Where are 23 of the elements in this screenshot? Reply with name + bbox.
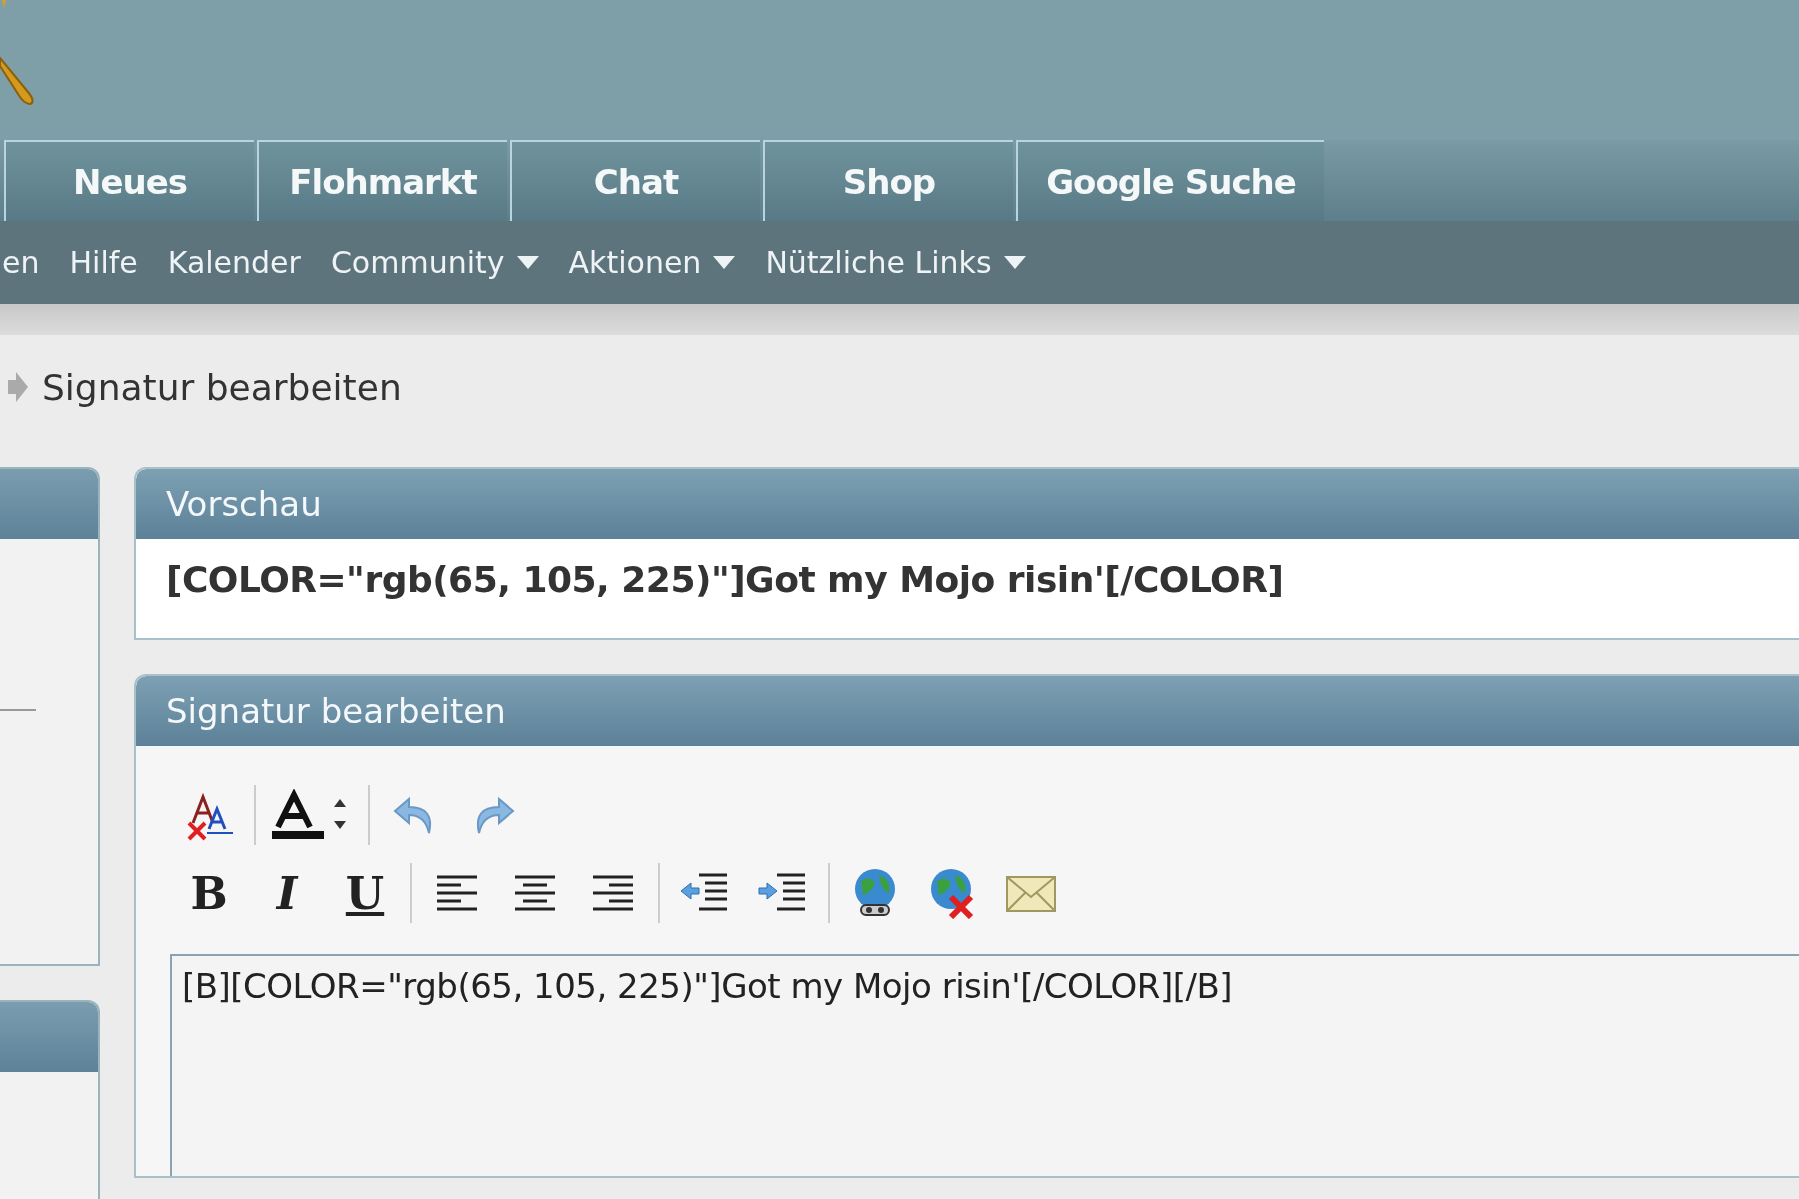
nav-link[interactable]: en bbox=[2, 245, 40, 280]
signature-input[interactable]: [B][COLOR="rgb(65, 105, 225)"]Got my Mojo risin'[/COLOR][/B] bbox=[170, 954, 1799, 1176]
nav-tab[interactable]: Chat bbox=[510, 140, 760, 221]
panel-title: Vorschau bbox=[136, 469, 1799, 539]
menu-link[interactable]: Community bbox=[330, 245, 539, 280]
menu-link[interactable]: Aktionen bbox=[568, 245, 736, 280]
underline-button[interactable]: U bbox=[326, 863, 404, 923]
nav-link[interactable]: Hilfe bbox=[69, 245, 138, 280]
caret-icon bbox=[1003, 255, 1026, 270]
breadcrumb-text: Signatur bearbeiten bbox=[42, 366, 402, 408]
nav-tab[interactable]: Google Suche bbox=[1016, 140, 1324, 221]
caret-icon bbox=[516, 255, 539, 270]
nav-link[interactable]: Kalender bbox=[167, 245, 301, 280]
panel-title: Signatur bearbeiten bbox=[136, 676, 1799, 746]
nav-tab[interactable]: Neues bbox=[4, 140, 254, 221]
bold-button[interactable]: B bbox=[170, 863, 248, 923]
italic-button[interactable]: I bbox=[248, 863, 326, 923]
arrow-icon bbox=[6, 372, 28, 402]
menu-link[interactable]: Nützliche Links bbox=[765, 245, 1026, 280]
preview-text: [COLOR="rgb(65, 105, 225)"]Got my Mojo risin'[/COLOR] bbox=[165, 558, 1285, 602]
caret-icon bbox=[713, 255, 736, 270]
nav-tab[interactable]: Shop bbox=[763, 140, 1013, 221]
nav-tab[interactable]: Flohmarkt bbox=[257, 140, 507, 221]
